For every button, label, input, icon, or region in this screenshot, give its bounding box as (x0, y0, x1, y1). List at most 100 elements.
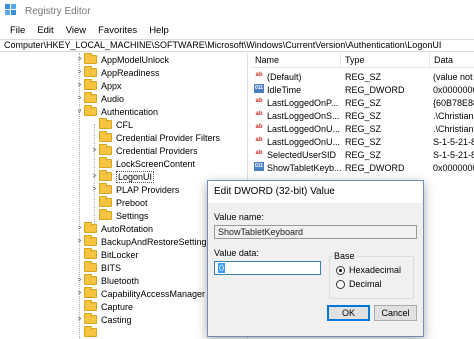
chevron-right-icon[interactable]: > (90, 170, 99, 183)
value-row[interactable]: ab (Default) REG_SZ (value not (251, 71, 474, 84)
value-data: (value not (433, 72, 473, 82)
tree-item-label: BitLocker (101, 249, 139, 260)
value-data: .\Christian (433, 111, 474, 121)
menu-file[interactable]: File (4, 25, 31, 36)
address-bar[interactable]: Computer\HKEY_LOCAL_MACHINE\SOFTWARE\Mic… (0, 39, 474, 52)
title-bar: Registry Editor (0, 0, 474, 22)
cancel-button[interactable]: Cancel (374, 305, 417, 321)
tree-item[interactable]: Credential Provider Filters (90, 131, 220, 144)
string-value-icon: ab (255, 124, 263, 130)
value-name: IdleTime (267, 85, 302, 95)
tree-item[interactable]: > AppModelUnlock (75, 53, 169, 66)
string-value-icon: ab (255, 111, 263, 117)
tree-item[interactable]: > AutoRotation (75, 222, 153, 235)
column-header-type[interactable]: Type (341, 53, 430, 68)
chevron-right-icon[interactable]: > (90, 144, 99, 157)
value-row[interactable]: ab SelectedUserSID REG_SZ S-1-5-21-8 (251, 149, 474, 162)
tree-item[interactable]: BITS (75, 261, 121, 274)
chevron-right-icon[interactable]: > (75, 235, 84, 248)
tree-item[interactable]: > Audio (75, 92, 124, 105)
folder-icon (84, 248, 97, 259)
edit-dword-dialog: Edit DWORD (32-bit) Value Value name: Sh… (207, 180, 424, 337)
value-row[interactable]: ab LastLoggedOnU... REG_SZ S-1-5-21-8 (251, 136, 474, 149)
value-row[interactable]: 011 IdleTime REG_DWORD 0x0000000 (251, 84, 474, 97)
column-header-name[interactable]: Name (251, 53, 341, 68)
folder-icon (84, 287, 97, 298)
tree-item-label: Preboot (116, 197, 148, 208)
value-type: REG_DWORD (345, 85, 405, 95)
value-data-selection: 0 (218, 263, 226, 273)
folder-icon (99, 170, 112, 181)
tree-item[interactable]: > Appx (75, 79, 122, 92)
tree-item[interactable]: > CapabilityAccessManager (75, 287, 205, 300)
tree-item-label: Authentication (101, 106, 159, 117)
base-groupbox: Base (329, 251, 414, 299)
tree-item[interactable]: > Credential Providers (90, 144, 198, 157)
menu-view[interactable]: View (60, 25, 92, 36)
chevron-right-icon (90, 209, 99, 222)
tree-item[interactable]: CFL (90, 118, 133, 131)
value-data-field[interactable]: 0 (214, 261, 321, 275)
window-title: Registry Editor (25, 5, 91, 17)
tree-item[interactable]: > AppReadiness (75, 66, 160, 79)
menu-edit[interactable]: Edit (31, 25, 59, 36)
chevron-right-icon[interactable]: > (75, 222, 84, 235)
menu-help[interactable]: Help (143, 25, 175, 36)
hexadecimal-radio[interactable]: Hexadecimal (336, 265, 401, 275)
folder-icon (99, 131, 112, 142)
folder-icon (84, 92, 97, 103)
tree-item-label: LockScreenContent (116, 158, 196, 169)
chevron-right-icon[interactable]: > (75, 79, 84, 92)
chevron-right-icon[interactable]: > (75, 274, 84, 287)
chevron-right-icon (90, 118, 99, 131)
tree-item[interactable]: Preboot (90, 196, 148, 209)
chevron-right-icon[interactable]: > (75, 92, 84, 105)
ok-button[interactable]: OK (327, 305, 370, 321)
value-name: LastLoggedOnS... (267, 111, 340, 121)
chevron-right-icon (90, 196, 99, 209)
tree-item-label: CFL (116, 119, 134, 130)
tree-item[interactable]: LockScreenContent (90, 157, 195, 170)
tree-item[interactable]: Settings (90, 209, 149, 222)
tree-item-label: BITS (101, 262, 122, 273)
chevron-down-icon[interactable]: v (75, 105, 84, 118)
string-value-icon: ab (255, 150, 263, 156)
tree-item[interactable]: > Casting (75, 313, 132, 326)
tree-item[interactable]: Capture (75, 300, 133, 313)
tree-item[interactable]: > PLAP Providers (90, 183, 179, 196)
tree-item[interactable] (75, 326, 101, 339)
tree-item-label: PLAP Providers (116, 184, 180, 195)
folder-icon (84, 300, 97, 311)
folder-icon (84, 79, 97, 90)
column-header-data[interactable]: Data (430, 53, 474, 68)
value-data-label: Value data: (214, 248, 259, 258)
value-name: (Default) (267, 72, 302, 82)
chevron-right-icon (75, 261, 84, 274)
value-row[interactable]: ab LastLoggedOnS... REG_SZ .\Christian (251, 110, 474, 123)
tree-item[interactable]: > BackupAndRestoreSettings (75, 235, 211, 248)
tree-item[interactable]: v Authentication (75, 105, 158, 118)
chevron-right-icon[interactable]: > (90, 183, 99, 196)
tree-item[interactable]: BitLocker (75, 248, 139, 261)
value-type: REG_SZ (345, 150, 382, 160)
value-row[interactable]: ab LastLoggedOnP... REG_SZ {60B78E88- (251, 97, 474, 110)
value-row[interactable]: 011 ShowTabletKeyb... REG_DWORD 0x0000000 (251, 162, 474, 175)
chevron-right-icon[interactable]: > (75, 287, 84, 300)
registry-editor-icon (5, 4, 19, 18)
chevron-right-icon[interactable]: > (75, 66, 84, 79)
radio-selected-icon (336, 265, 345, 275)
tree-item[interactable]: > Bluetooth (75, 274, 139, 287)
tree-item[interactable]: > LogonUI (90, 170, 155, 183)
value-row[interactable]: ab LastLoggedOnU... REG_SZ .\Christian (251, 123, 474, 136)
tree-item-label: AppReadiness (101, 67, 160, 78)
menu-favorites[interactable]: Favorites (92, 25, 143, 36)
value-name-field[interactable]: ShowTabletKeyboard (214, 225, 417, 239)
chevron-right-icon[interactable]: > (75, 313, 84, 326)
value-data: 0x0000000 (433, 85, 474, 95)
folder-icon (84, 66, 97, 77)
tree-item-label: Credential Providers (116, 145, 198, 156)
chevron-right-icon (75, 248, 84, 261)
tree-item-label: Bluetooth (101, 275, 140, 286)
chevron-right-icon[interactable]: > (75, 53, 84, 66)
decimal-radio[interactable]: Decimal (336, 279, 382, 289)
